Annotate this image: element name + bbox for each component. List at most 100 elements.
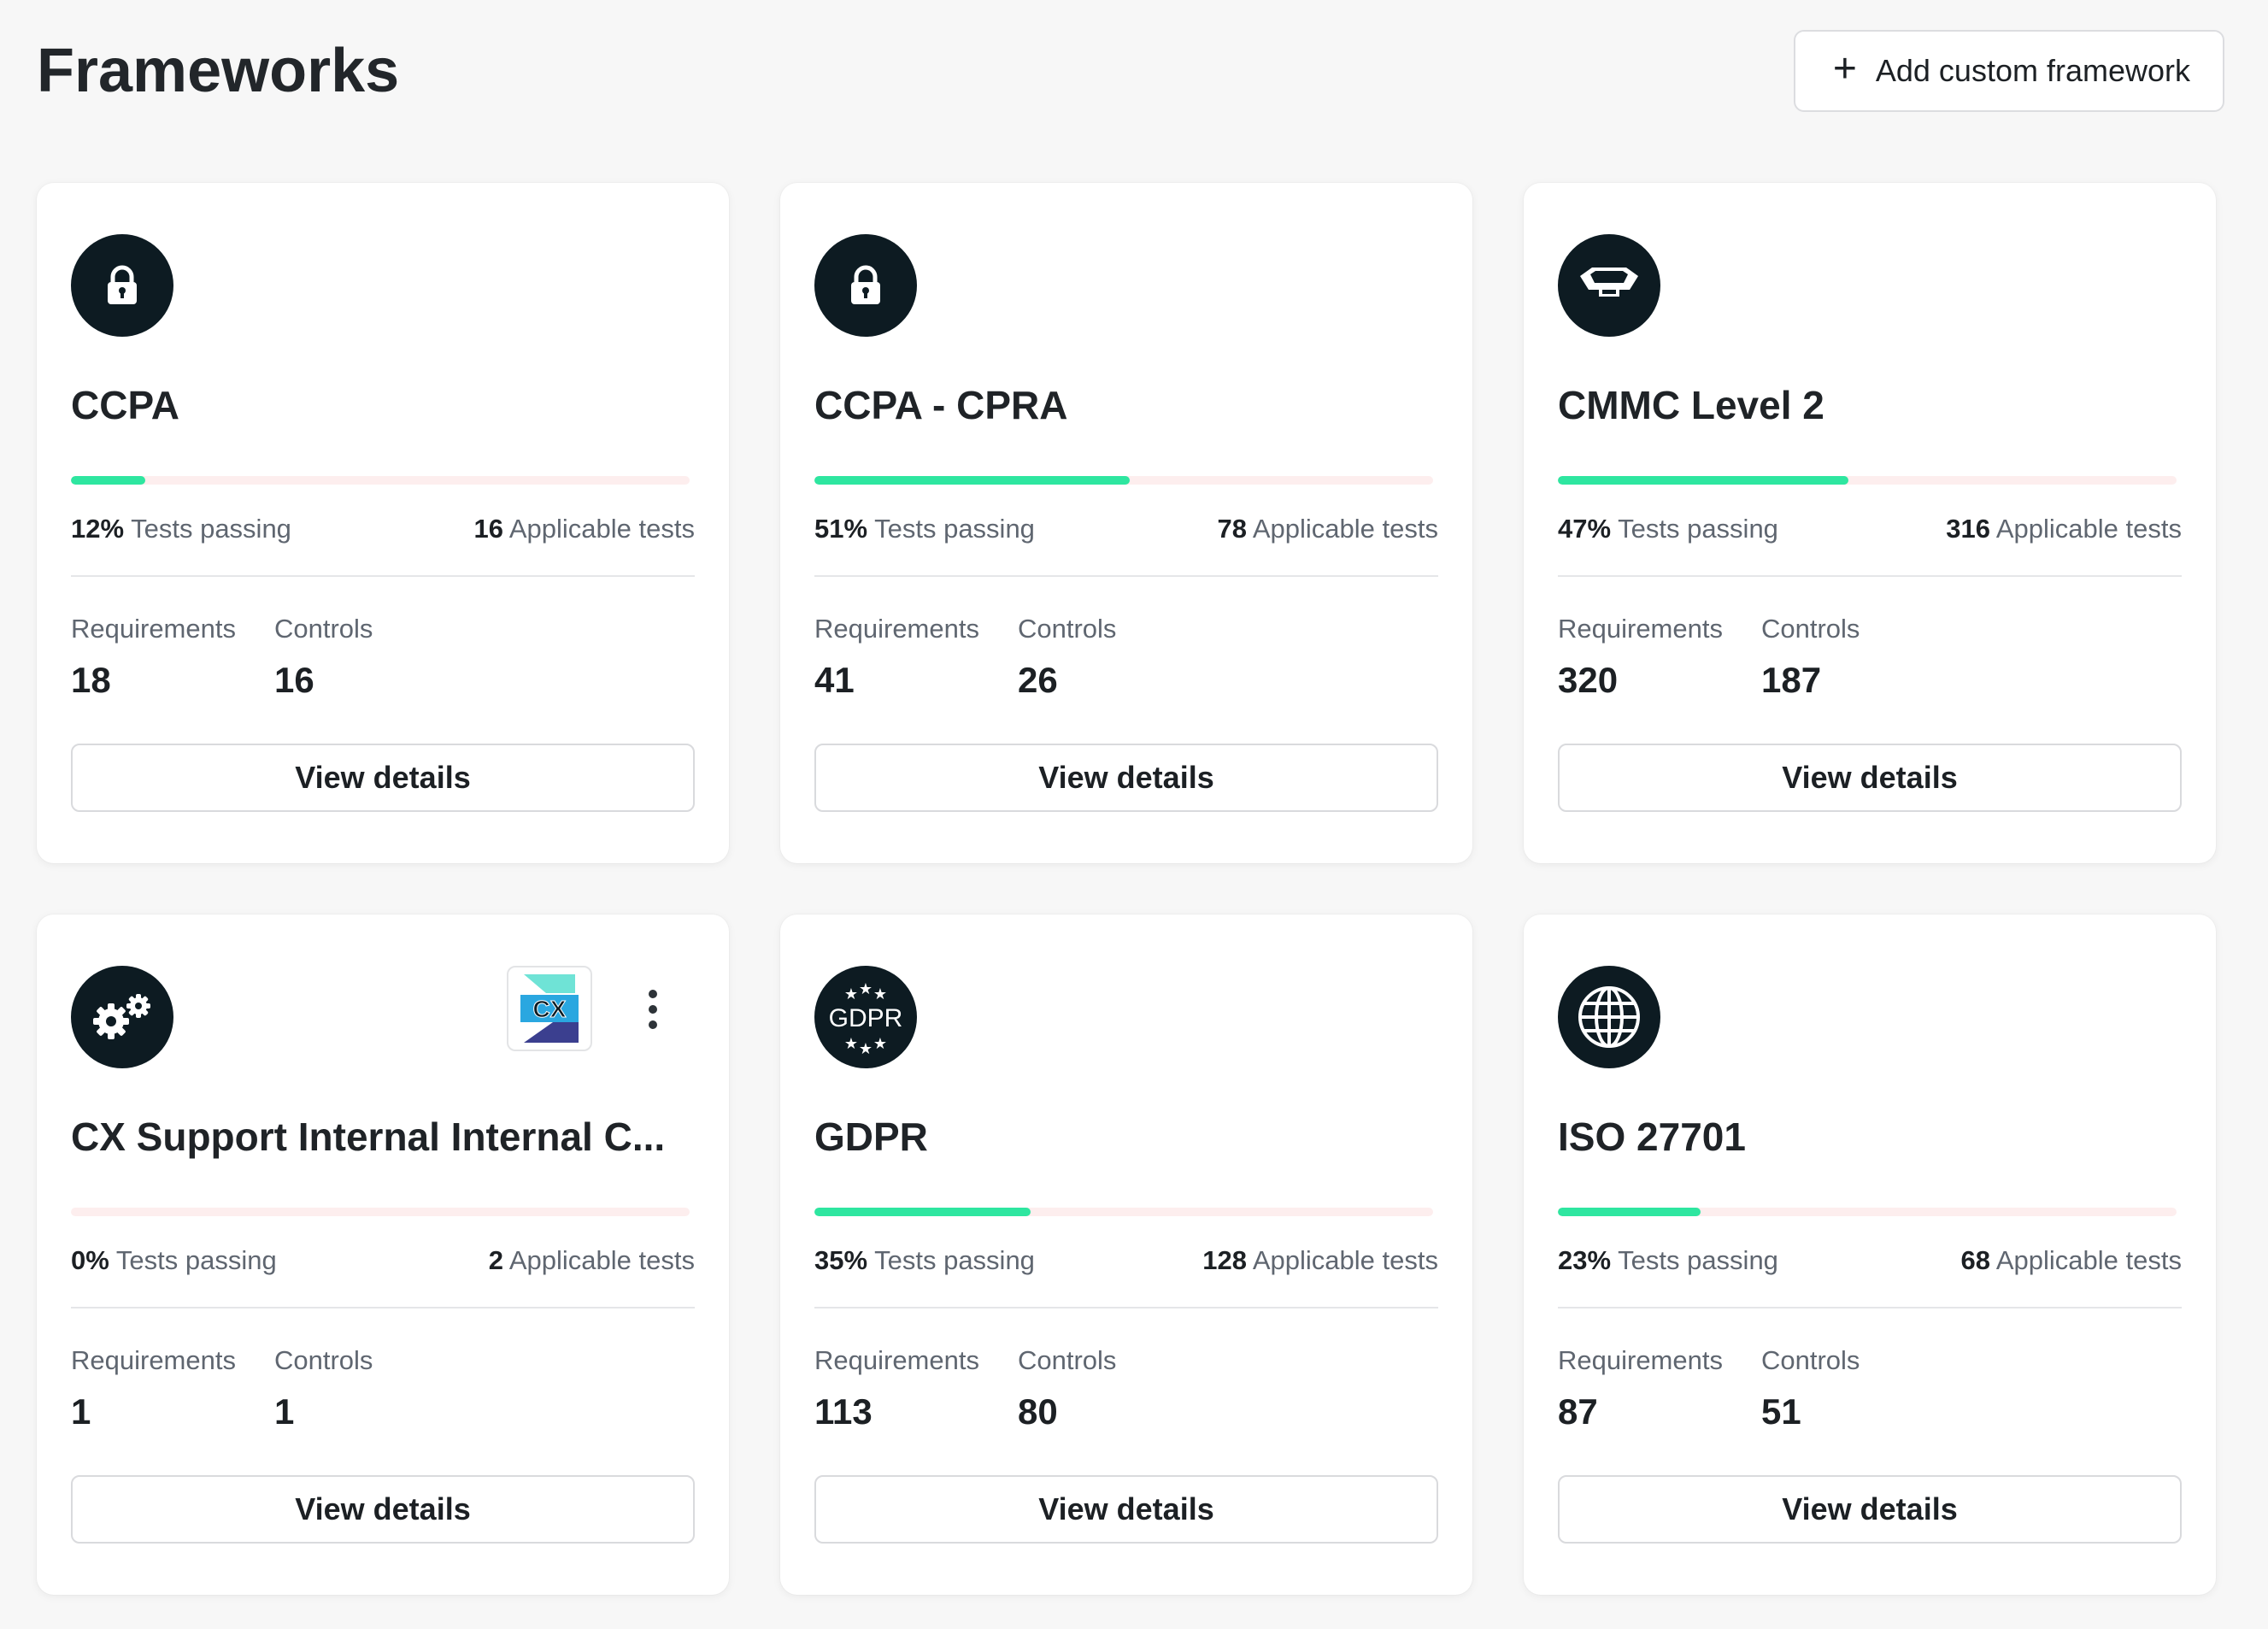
- divider: [71, 1307, 695, 1308]
- svg-text:★: ★: [873, 985, 887, 1003]
- cx-logo-text: CX: [533, 996, 567, 1022]
- applicable-tests-label: Applicable tests: [1995, 514, 2182, 544]
- view-details-button[interactable]: View details: [814, 1475, 1438, 1544]
- applicable-tests: 68 Applicable tests: [1960, 1239, 2182, 1282]
- tests-passing-pct: 35%: [814, 1245, 868, 1275]
- tests-passing-label: Tests passing: [115, 1245, 277, 1275]
- controls-label: Controls: [1761, 614, 1860, 644]
- controls-label: Controls: [1018, 1345, 1117, 1375]
- requirements-metric: Requirements 41: [814, 610, 979, 704]
- framework-card-iso-27701[interactable]: ISO 27701 23% Tests passing 68 Applicabl…: [1524, 914, 2216, 1595]
- tests-progress-fill: [1558, 476, 1849, 485]
- globe-icon: [1558, 966, 1660, 1068]
- tests-stats: 47% Tests passing 316 Applicable tests: [1558, 508, 2182, 550]
- tests-passing: 35% Tests passing: [814, 1239, 1035, 1282]
- tests-passing-label: Tests passing: [131, 514, 291, 544]
- requirements-value: 87: [1558, 1391, 1598, 1432]
- svg-text:★: ★: [844, 985, 858, 1003]
- requirements-label: Requirements: [1558, 614, 1723, 644]
- framework-name: CMMC Level 2: [1558, 383, 1824, 427]
- requirements-label: Requirements: [814, 614, 979, 644]
- requirements-metric: Requirements 87: [1558, 1342, 1723, 1436]
- framework-card-gdpr[interactable]: ★ ★ ★ ★ ★ ★ GDPR GDPR 35% Tests passing 128 …: [780, 914, 1472, 1595]
- divider: [1558, 575, 2182, 577]
- controls-label: Controls: [1018, 614, 1117, 644]
- controls-metric: Controls 80: [1018, 1342, 1116, 1436]
- view-details-button[interactable]: View details: [71, 1475, 695, 1544]
- requirements-label: Requirements: [71, 614, 236, 644]
- requirements-value: 320: [1558, 660, 1619, 700]
- tests-passing-pct: 51%: [814, 514, 868, 544]
- tests-progress-fill: [814, 476, 1131, 485]
- tests-passing: 23% Tests passing: [1558, 1239, 1778, 1282]
- applicable-tests-label: Applicable tests: [1995, 1245, 2182, 1275]
- controls-value: 80: [1018, 1391, 1058, 1432]
- controls-label: Controls: [274, 1345, 373, 1375]
- applicable-tests-label: Applicable tests: [1252, 1245, 1438, 1275]
- tests-progress-fill: [814, 1208, 1031, 1216]
- requirements-metric: Requirements 1: [71, 1342, 236, 1436]
- applicable-tests-count: 128: [1202, 1245, 1247, 1275]
- tests-passing-label: Tests passing: [1618, 514, 1778, 544]
- tests-passing-label: Tests passing: [1618, 1245, 1778, 1275]
- applicable-tests: 316 Applicable tests: [1946, 508, 2182, 550]
- gdpr-icon-text: GDPR: [829, 1004, 903, 1032]
- tests-passing-pct: 23%: [1558, 1245, 1612, 1275]
- tests-stats: 23% Tests passing 68 Applicable tests: [1558, 1239, 2182, 1282]
- requirements-metric: Requirements 320: [1558, 610, 1723, 704]
- framework-name: CCPA - CPRA: [814, 383, 1068, 427]
- tests-passing-pct: 47%: [1558, 514, 1612, 544]
- tests-stats: 35% Tests passing 128 Applicable tests: [814, 1239, 1438, 1282]
- tests-passing-label: Tests passing: [874, 1245, 1035, 1275]
- more-vertical-icon[interactable]: [640, 979, 666, 1039]
- applicable-tests-count: 2: [488, 1245, 503, 1275]
- view-details-button[interactable]: View details: [814, 744, 1438, 812]
- framework-card-cx-support[interactable]: CX CX Support Internal Internal C... 0% …: [37, 914, 729, 1595]
- add-custom-framework-button[interactable]: + Add custom framework: [1793, 30, 2224, 112]
- controls-value: 26: [1018, 660, 1058, 700]
- framework-card-ccpa-cpra[interactable]: CCPA - CPRA 51% Tests passing 78 Applica…: [780, 183, 1472, 863]
- tests-progress-bar: [814, 476, 1433, 485]
- gdpr-stars-icon: ★ ★ ★ ★ ★ ★ GDPR: [814, 966, 917, 1068]
- tests-progress-bar: [1558, 1208, 2177, 1216]
- tests-passing-pct: 0%: [71, 1245, 109, 1275]
- tests-passing-pct: 12%: [71, 514, 125, 544]
- controls-value: 187: [1761, 660, 1822, 700]
- applicable-tests-count: 16: [473, 514, 503, 544]
- svg-text:★: ★: [859, 980, 873, 998]
- tests-passing-label: Tests passing: [874, 514, 1035, 544]
- applicable-tests-count: 316: [1946, 514, 1990, 544]
- requirements-metric: Requirements 18: [71, 610, 236, 704]
- svg-text:★: ★: [873, 1035, 887, 1053]
- tests-progress-bar: [71, 1208, 690, 1216]
- framework-name: GDPR: [814, 1114, 928, 1159]
- framework-card-ccpa[interactable]: CCPA 12% Tests passing 16 Applicable tes…: [37, 183, 729, 863]
- applicable-tests: 2 Applicable tests: [489, 1239, 695, 1282]
- applicable-tests: 78 Applicable tests: [1217, 508, 1438, 550]
- page-header: Frameworks + Add custom framework: [37, 28, 2224, 114]
- requirements-value: 1: [71, 1391, 91, 1432]
- view-details-button[interactable]: View details: [1558, 1475, 2182, 1544]
- applicable-tests: 16 Applicable tests: [473, 508, 695, 550]
- tests-passing: 12% Tests passing: [71, 508, 291, 550]
- requirements-label: Requirements: [1558, 1345, 1723, 1375]
- framework-name: CCPA: [71, 383, 179, 427]
- view-details-button[interactable]: View details: [71, 744, 695, 812]
- add-custom-framework-label: Add custom framework: [1875, 53, 2190, 88]
- tests-passing: 0% Tests passing: [71, 1239, 277, 1282]
- controls-label: Controls: [1761, 1345, 1860, 1375]
- view-details-button[interactable]: View details: [1558, 744, 2182, 812]
- tests-stats: 12% Tests passing 16 Applicable tests: [71, 508, 695, 550]
- applicable-tests-count: 78: [1217, 514, 1247, 544]
- tests-progress-fill: [1558, 1208, 1701, 1216]
- applicable-tests: 128 Applicable tests: [1202, 1239, 1438, 1282]
- requirements-value: 113: [814, 1391, 873, 1432]
- framework-card-cmmc-level-2[interactable]: CMMC Level 2 47% Tests passing 316 Appli…: [1524, 183, 2216, 863]
- svg-text:★: ★: [844, 1035, 858, 1053]
- shield-emblem-icon: [1558, 234, 1660, 337]
- controls-value: 1: [274, 1391, 295, 1432]
- tests-passing: 47% Tests passing: [1558, 508, 1778, 550]
- divider: [71, 575, 695, 577]
- controls-value: 51: [1761, 1391, 1801, 1432]
- divider: [814, 1307, 1438, 1308]
